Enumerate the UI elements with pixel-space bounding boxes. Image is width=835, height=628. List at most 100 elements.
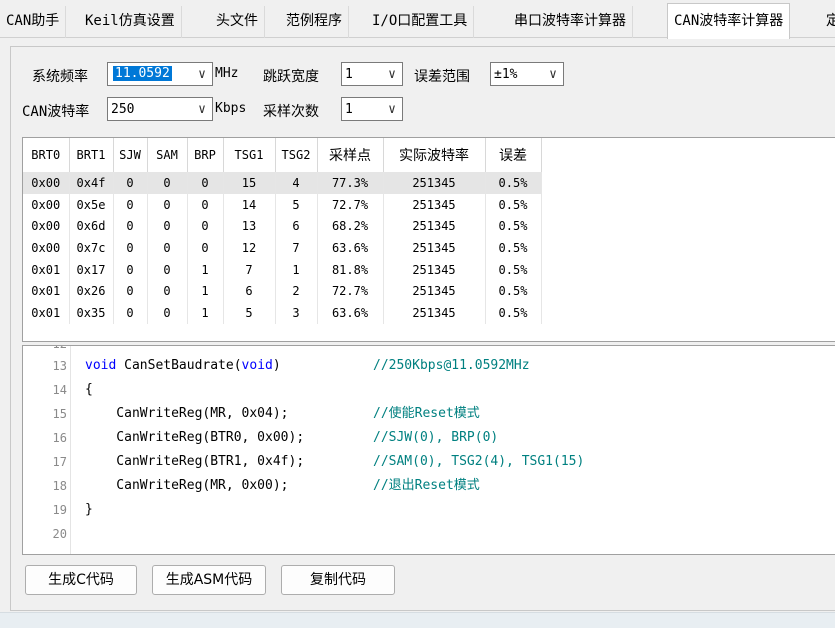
generate-c-code-button[interactable]: 生成C代码 [25, 565, 137, 595]
table-row[interactable]: 0x00 0x6d 0 0 0 13 6 68.2% 251345 0.5% [23, 215, 542, 238]
baud-result-table[interactable]: BRT0 BRT1 SJW SAM BRP TSG1 TSG2 采样点 实际波特… [22, 137, 835, 342]
code-text: CanSetBaudrate( [116, 358, 242, 373]
line-number: 15 [52, 407, 67, 421]
table-cell: 0 [187, 215, 224, 238]
table-cell: 0 [147, 258, 188, 281]
generate-asm-code-button[interactable]: 生成ASM代码 [152, 565, 266, 595]
table-cell: 0.5% [485, 172, 542, 194]
col-header-sjw[interactable]: SJW [113, 138, 148, 172]
code-keyword: void [85, 358, 117, 373]
table-cell: 0.5% [485, 258, 542, 281]
table-cell: 0x00 [23, 172, 70, 194]
col-header-error[interactable]: 误差 [485, 138, 542, 172]
status-strip [0, 612, 835, 628]
table-cell: 0x6d [69, 215, 114, 238]
code-comment: //SJW(0), BRP(0) [373, 430, 499, 445]
col-header-brt0[interactable]: BRT0 [23, 138, 70, 172]
col-header-actual-baud[interactable]: 实际波特率 [383, 138, 486, 172]
table-cell: 0 [113, 237, 148, 259]
table-row[interactable]: 0x01 0x26 0 0 1 6 2 72.7% 251345 0.5% [23, 280, 542, 303]
sample-count-combo[interactable]: 1 ∨ [341, 97, 403, 121]
can-baud-label: CAN波特率 [22, 104, 90, 120]
sys-freq-value: 11.0592 [113, 66, 172, 81]
table-cell: 4 [275, 172, 318, 194]
table-cell: 0x00 [23, 215, 70, 238]
tab-bar: CAN助手 Keil仿真设置 头文件 范例程序 I/O口配置工具 串口波特率计算… [0, 0, 835, 39]
table-cell: 251345 [383, 172, 486, 194]
table-header-row: BRT0 BRT1 SJW SAM BRP TSG1 TSG2 采样点 实际波特… [23, 138, 542, 172]
tab-uart-baud[interactable]: 串口波特率计算器 [508, 6, 633, 38]
col-header-brt1[interactable]: BRT1 [69, 138, 114, 172]
table-cell: 12 [223, 237, 276, 259]
table-row[interactable]: 0x00 0x5e 0 0 0 14 5 72.7% 251345 0.5% [23, 193, 542, 216]
chevron-down-icon[interactable]: ∨ [192, 98, 212, 120]
table-cell: 77.3% [317, 172, 384, 194]
table-cell: 68.2% [317, 215, 384, 238]
table-row[interactable]: 0x01 0x35 0 0 1 5 3 63.6% 251345 0.5% [23, 302, 542, 324]
tab-examples[interactable]: 范例程序 [280, 6, 349, 38]
chevron-down-icon[interactable]: ∨ [192, 63, 212, 85]
sjw-combo[interactable]: 1 ∨ [341, 62, 403, 86]
table-cell: 1 [187, 302, 224, 324]
tab-io-config[interactable]: I/O口配置工具 [366, 6, 475, 38]
table-cell: 0x7c [69, 237, 114, 259]
col-header-brp[interactable]: BRP [187, 138, 224, 172]
table-cell: 251345 [383, 258, 486, 281]
tab-can-helper[interactable]: CAN助手 [0, 6, 67, 38]
table-cell: 72.7% [317, 280, 384, 303]
table-cell: 2 [275, 280, 318, 303]
sjw-label: 跳跃宽度 [263, 69, 319, 85]
table-cell: 0 [113, 193, 148, 216]
code-editor[interactable]: 12 13void CanSetBaudrate(void)//250Kbps@… [22, 345, 835, 555]
table-cell: 0.5% [485, 193, 542, 216]
col-header-tsg2[interactable]: TSG2 [275, 138, 318, 172]
col-header-tsg1[interactable]: TSG1 [223, 138, 276, 172]
table-cell: 0x01 [23, 302, 70, 324]
table-cell: 0 [113, 258, 148, 281]
line-number: 17 [52, 455, 67, 469]
table-cell: 14 [223, 193, 276, 216]
table-cell: 251345 [383, 280, 486, 303]
code-line: { [85, 382, 93, 397]
chevron-down-icon[interactable]: ∨ [543, 63, 563, 85]
table-row[interactable]: 0x01 0x17 0 0 1 7 1 81.8% 251345 0.5% [23, 258, 542, 281]
tab-overflow[interactable]: 定 [820, 6, 835, 38]
table-cell: 0 [187, 237, 224, 259]
table-cell: 0.5% [485, 280, 542, 303]
table-cell: 5 [223, 302, 276, 324]
table-cell: 63.6% [317, 302, 384, 324]
table-cell: 0 [187, 193, 224, 216]
table-cell: 1 [275, 258, 318, 281]
sys-freq-unit: MHz [215, 66, 239, 81]
sys-freq-combo[interactable]: 11.0592 ∨ [107, 62, 213, 86]
table-cell: 0x00 [23, 237, 70, 259]
table-row[interactable]: 0x00 0x7c 0 0 0 12 7 63.6% 251345 0.5% [23, 237, 542, 259]
error-range-label: 误差范围 [414, 69, 470, 85]
chevron-down-icon[interactable]: ∨ [382, 63, 402, 85]
code-comment: //250Kbps@11.0592MHz [373, 358, 530, 373]
code-comment: //退出Reset模式 [373, 478, 480, 493]
table-cell: 0 [147, 193, 188, 216]
col-header-sample-point[interactable]: 采样点 [317, 138, 384, 172]
tab-header-file[interactable]: 头文件 [210, 6, 265, 38]
chevron-down-icon[interactable]: ∨ [382, 98, 402, 120]
table-cell: 81.8% [317, 258, 384, 281]
table-cell: 0x5e [69, 193, 114, 216]
col-header-sam[interactable]: SAM [147, 138, 188, 172]
table-cell: 72.7% [317, 193, 384, 216]
table-cell: 0 [147, 215, 188, 238]
copy-code-button[interactable]: 复制代码 [281, 565, 395, 595]
tab-keil-sim[interactable]: Keil仿真设置 [79, 6, 182, 38]
table-cell: 251345 [383, 302, 486, 324]
table-cell: 7 [223, 258, 276, 281]
table-cell: 15 [223, 172, 276, 194]
code-line: void CanSetBaudrate(void) [85, 354, 281, 378]
error-range-combo[interactable]: ±1% ∨ [490, 62, 564, 86]
tab-can-baud[interactable]: CAN波特率计算器 [667, 3, 791, 39]
code-line: CanWriteReg(MR, 0x04); [85, 406, 289, 421]
table-cell: 0 [147, 302, 188, 324]
table-cell: 63.6% [317, 237, 384, 259]
table-row[interactable]: 0x00 0x4f 0 0 0 15 4 77.3% 251345 0.5% [23, 172, 542, 194]
table-cell: 0x17 [69, 258, 114, 281]
can-baud-combo[interactable]: 250 ∨ [107, 97, 213, 121]
